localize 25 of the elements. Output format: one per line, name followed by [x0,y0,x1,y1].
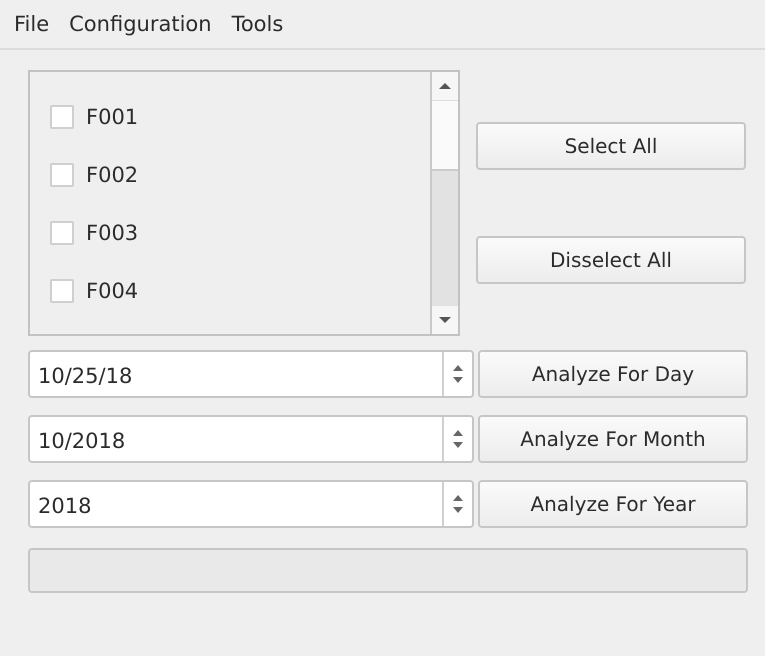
menu-item[interactable]: File [6,8,58,40]
analyze-button[interactable]: Analyze For Month [478,415,748,463]
analyze-button[interactable]: Analyze For Day [478,350,748,398]
date-input[interactable]: 2018 [30,482,442,526]
scroll-up-icon[interactable] [432,72,458,100]
date-input[interactable]: 10/25/18 [30,352,442,396]
checkbox-label: F001 [86,105,138,129]
scroll-down-icon[interactable] [432,306,458,334]
checkbox-label: F003 [86,221,138,245]
checkbox[interactable] [50,105,74,129]
scrollbar[interactable] [430,72,458,334]
select-button[interactable]: Disselect All [476,236,746,284]
analyze-button[interactable]: Analyze For Year [478,480,748,528]
checkbox-label: F004 [86,279,138,303]
checkbox-label: F002 [86,163,138,187]
checkbox[interactable] [50,279,74,303]
select-button[interactable]: Select All [476,122,746,170]
menu-item[interactable]: Tools [224,8,292,40]
date-spin-box[interactable]: 10/2018 [28,415,474,463]
date-input[interactable]: 10/2018 [30,417,442,461]
menu-item[interactable]: Configuration [61,8,220,40]
checkbox[interactable] [50,221,74,245]
checkbox[interactable] [50,163,74,187]
date-spin-box[interactable]: 2018 [28,480,474,528]
date-spin-box[interactable]: 10/25/18 [28,350,474,398]
